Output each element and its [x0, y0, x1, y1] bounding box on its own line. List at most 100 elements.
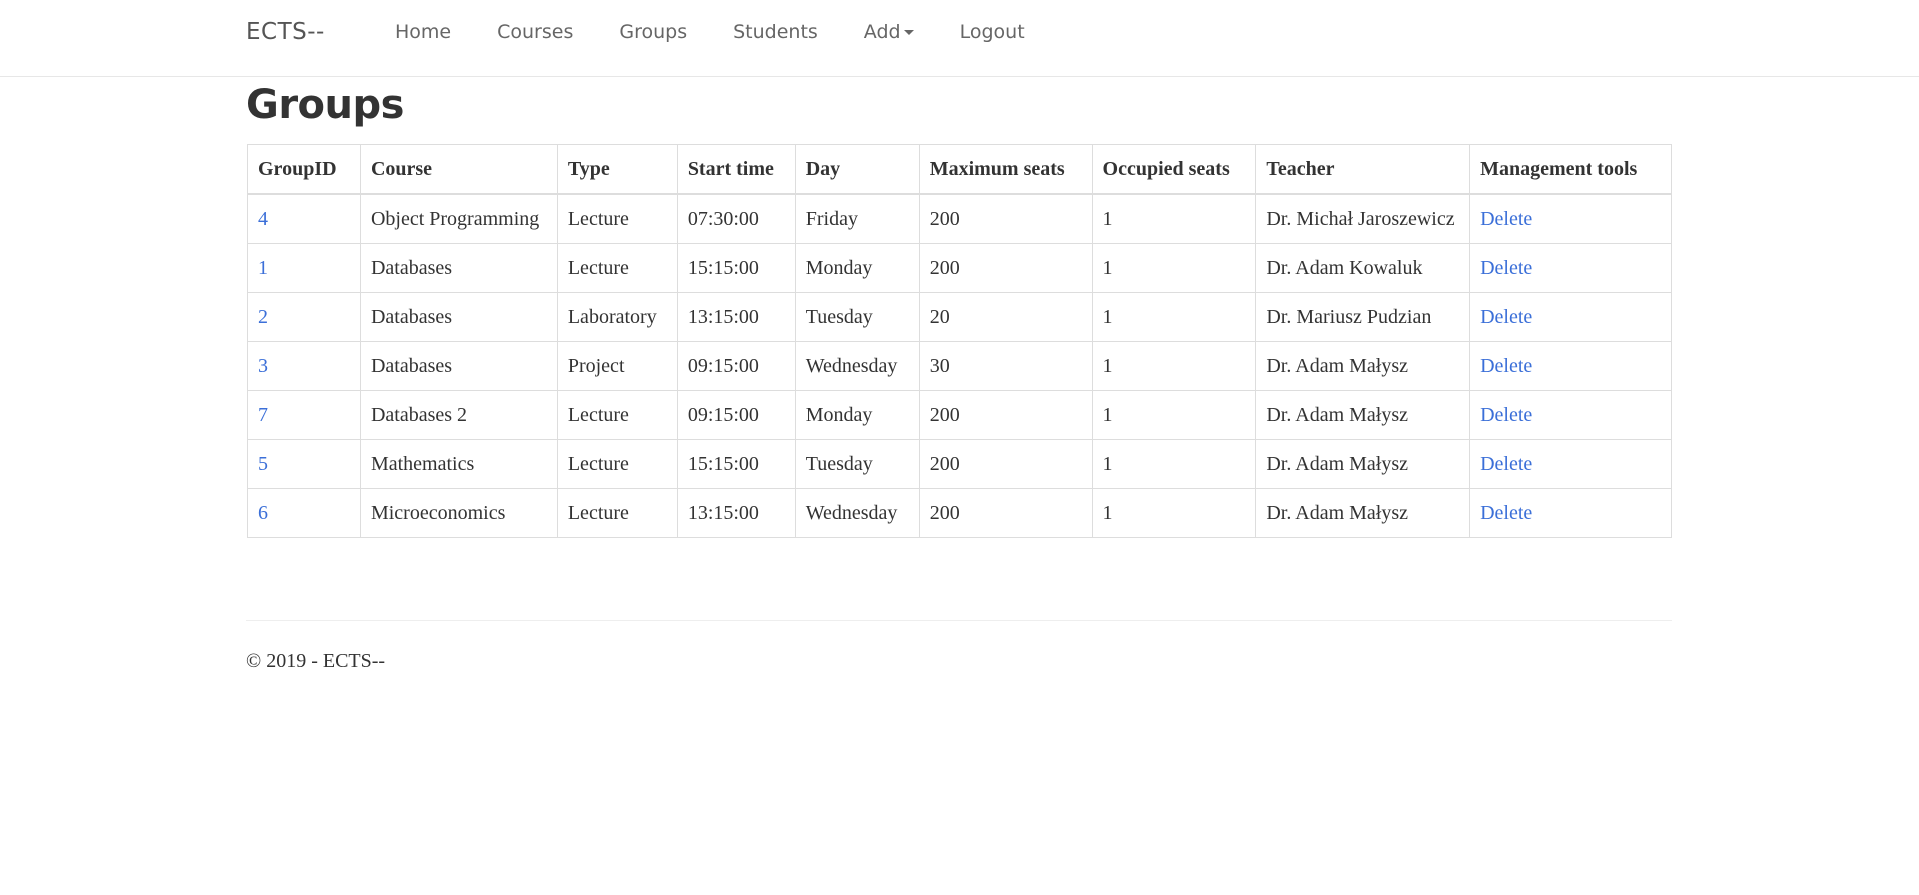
cell-course: Microeconomics	[359, 488, 558, 538]
cell-group-id: 7	[247, 390, 361, 440]
brand-link[interactable]: ECTS--	[246, 19, 325, 45]
delete-link[interactable]: Delete	[1480, 355, 1532, 377]
cell-type: Laboratory	[556, 292, 678, 342]
cell-group-id: 6	[247, 488, 361, 538]
header-teacher: Teacher	[1255, 144, 1471, 195]
cell-max-seats: 200	[918, 488, 1093, 538]
cell-teacher: Dr. Mariusz Pudzian	[1255, 292, 1471, 342]
group-id-link[interactable]: 3	[258, 355, 268, 377]
group-id-link[interactable]: 7	[258, 404, 268, 426]
nav-item-logout: Logout	[937, 0, 1048, 76]
group-id-link[interactable]: 4	[258, 208, 268, 230]
header-course: Course	[359, 144, 558, 195]
footer-copyright: © 2019 - ECTS--	[246, 650, 386, 672]
delete-link[interactable]: Delete	[1480, 306, 1532, 328]
cell-course: Databases	[359, 243, 558, 293]
nav-item-students: Students	[710, 0, 841, 76]
cell-occupied-seats: 1	[1091, 193, 1257, 244]
header-occupied-seats: Occupied seats	[1091, 144, 1257, 195]
cell-group-id: 5	[247, 439, 361, 489]
nav-link-home[interactable]: Home	[372, 0, 474, 64]
header-group-id: GroupID	[247, 144, 361, 195]
cell-type: Project	[556, 341, 678, 391]
cell-management: Delete	[1469, 439, 1672, 489]
cell-start-time: 09:15:00	[676, 390, 796, 440]
cell-day: Friday	[794, 193, 920, 244]
cell-type: Lecture	[556, 390, 678, 440]
cell-course: Object Programming	[359, 193, 558, 244]
cell-max-seats: 200	[918, 193, 1093, 244]
nav-item-add: Add	[841, 0, 937, 76]
cell-start-time: 07:30:00	[676, 193, 796, 244]
cell-max-seats: 200	[918, 439, 1093, 489]
group-id-link[interactable]: 6	[258, 502, 268, 524]
nav-item-home: Home	[372, 0, 474, 76]
nav-link-groups[interactable]: Groups	[596, 0, 710, 64]
table-row: 3 Databases Project 09:15:00 Wednesday 3…	[247, 341, 1672, 391]
cell-type: Lecture	[556, 243, 678, 293]
cell-day: Wednesday	[794, 488, 920, 538]
cell-management: Delete	[1469, 243, 1672, 293]
group-id-link[interactable]: 5	[258, 453, 268, 475]
table-header-row: GroupID Course Type Start time Day Maxim…	[247, 144, 1672, 195]
page-title: Groups	[246, 82, 404, 128]
cell-group-id: 2	[247, 292, 361, 342]
header-max-seats: Maximum seats	[918, 144, 1093, 195]
cell-start-time: 15:15:00	[676, 243, 796, 293]
group-id-link[interactable]: 1	[258, 257, 268, 279]
cell-management: Delete	[1469, 390, 1672, 440]
table-row: 7 Databases 2 Lecture 09:15:00 Monday 20…	[247, 390, 1672, 440]
nav-item-courses: Courses	[474, 0, 596, 76]
table-row: 2 Databases Laboratory 13:15:00 Tuesday …	[247, 292, 1672, 342]
cell-type: Lecture	[556, 193, 678, 244]
cell-group-id: 3	[247, 341, 361, 391]
cell-management: Delete	[1469, 488, 1672, 538]
delete-link[interactable]: Delete	[1480, 404, 1532, 426]
nav-link-students[interactable]: Students	[710, 0, 841, 64]
cell-type: Lecture	[556, 439, 678, 489]
nav-item-groups: Groups	[596, 0, 710, 76]
cell-start-time: 13:15:00	[676, 488, 796, 538]
groups-table: GroupID Course Type Start time Day Maxim…	[247, 144, 1672, 538]
cell-max-seats: 200	[918, 390, 1093, 440]
cell-teacher: Dr. Adam Małysz	[1255, 341, 1471, 391]
delete-link[interactable]: Delete	[1480, 453, 1532, 475]
cell-course: Databases 2	[359, 390, 558, 440]
nav-link-courses[interactable]: Courses	[474, 0, 596, 64]
cell-type: Lecture	[556, 488, 678, 538]
cell-occupied-seats: 1	[1091, 341, 1257, 391]
cell-occupied-seats: 1	[1091, 243, 1257, 293]
table-row: 1 Databases Lecture 15:15:00 Monday 200 …	[247, 243, 1672, 293]
cell-teacher: Dr. Adam Małysz	[1255, 488, 1471, 538]
cell-management: Delete	[1469, 292, 1672, 342]
nav-dropdown-add[interactable]: Add	[841, 0, 937, 64]
table-head: GroupID Course Type Start time Day Maxim…	[247, 144, 1672, 195]
cell-course: Mathematics	[359, 439, 558, 489]
cell-occupied-seats: 1	[1091, 390, 1257, 440]
delete-link[interactable]: Delete	[1480, 208, 1532, 230]
nav-link-logout[interactable]: Logout	[937, 0, 1048, 64]
nav-menu: Home Courses Groups Students Add Logout	[372, 0, 1048, 76]
cell-teacher: Dr. Adam Małysz	[1255, 439, 1471, 489]
cell-teacher: Dr. Adam Kowaluk	[1255, 243, 1471, 293]
cell-day: Tuesday	[794, 439, 920, 489]
cell-max-seats: 200	[918, 243, 1093, 293]
cell-day: Wednesday	[794, 341, 920, 391]
header-management-tools: Management tools	[1469, 144, 1672, 195]
cell-teacher: Dr. Michał Jaroszewicz	[1255, 193, 1471, 244]
cell-management: Delete	[1469, 341, 1672, 391]
table-row: 5 Mathematics Lecture 15:15:00 Tuesday 2…	[247, 439, 1672, 489]
cell-day: Monday	[794, 390, 920, 440]
cell-start-time: 15:15:00	[676, 439, 796, 489]
delete-link[interactable]: Delete	[1480, 257, 1532, 279]
footer: © 2019 - ECTS--	[246, 650, 385, 673]
navbar: ECTS-- Home Courses Groups Students Add …	[0, 0, 1919, 77]
cell-management: Delete	[1469, 193, 1672, 244]
delete-link[interactable]: Delete	[1480, 502, 1532, 524]
cell-occupied-seats: 1	[1091, 488, 1257, 538]
header-start-time: Start time	[676, 144, 796, 195]
footer-divider	[246, 620, 1672, 621]
group-id-link[interactable]: 2	[258, 306, 268, 328]
cell-occupied-seats: 1	[1091, 439, 1257, 489]
cell-group-id: 4	[247, 193, 361, 244]
